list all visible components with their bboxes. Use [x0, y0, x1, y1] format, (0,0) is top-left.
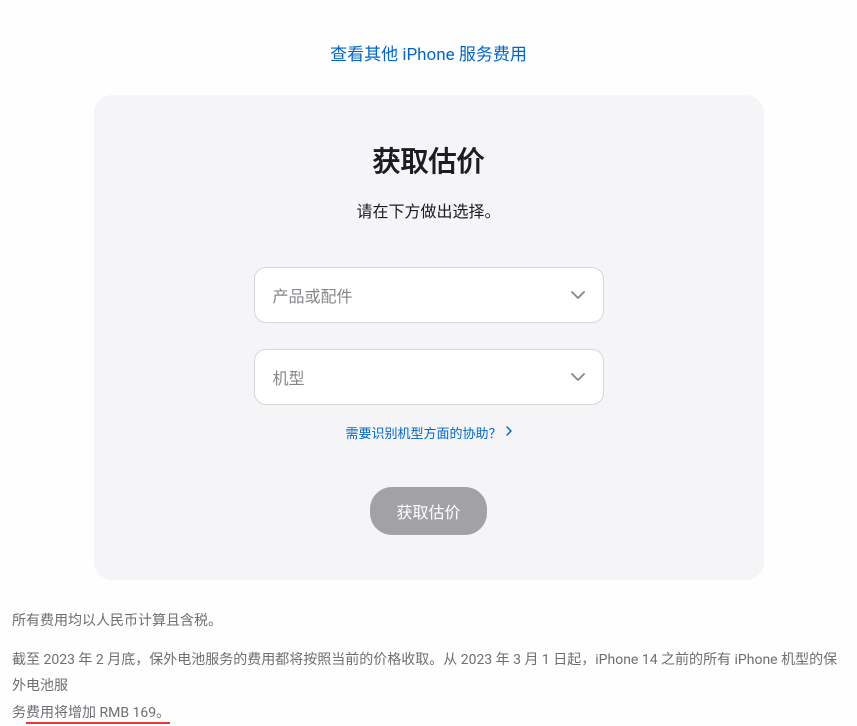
other-services-link[interactable]: 查看其他 iPhone 服务费用: [330, 45, 527, 65]
footer-line1: 所有费用均以人民币计算且含税。: [12, 608, 845, 635]
chevron-right-icon: [506, 426, 512, 439]
chevron-down-icon: [571, 369, 585, 385]
model-select[interactable]: 机型: [254, 349, 604, 405]
chevron-down-icon: [571, 287, 585, 303]
product-select-label: 产品或配件: [273, 283, 353, 307]
get-estimate-button[interactable]: 获取估价: [370, 487, 486, 535]
card-title: 获取估价: [134, 140, 724, 180]
footer-line2: 截至 2023 年 2 月底，保外电池服务的费用都将按照当前的价格收取。从 20…: [12, 647, 845, 726]
model-select-wrapper: 机型: [254, 349, 604, 405]
top-link-wrapper: 查看其他 iPhone 服务费用: [0, 0, 857, 95]
model-select-label: 机型: [273, 365, 305, 389]
product-select-wrapper: 产品或配件: [254, 267, 604, 323]
identify-model-help-link[interactable]: 需要识别机型方面的协助？: [345, 423, 511, 442]
price-increase-highlight: 费用将增加 RMB 169。: [26, 705, 170, 724]
card-subtitle: 请在下方做出选择。: [134, 198, 724, 222]
product-select[interactable]: 产品或配件: [254, 267, 604, 323]
help-link-text: 需要识别机型方面的协助？: [345, 423, 501, 442]
footer-text: 所有费用均以人民币计算且含税。 截至 2023 年 2 月底，保外电池服务的费用…: [0, 580, 857, 726]
estimate-card: 获取估价 请在下方做出选择。 产品或配件 机型 需要识别机型方面的协助？: [94, 95, 764, 580]
